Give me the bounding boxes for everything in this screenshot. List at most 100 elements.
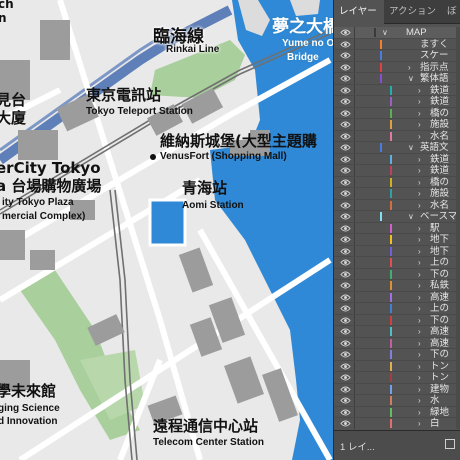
visibility-eye-icon[interactable] bbox=[340, 235, 351, 244]
chevron-right-icon[interactable]: › bbox=[418, 131, 426, 142]
layer-row[interactable]: › 施設 bbox=[334, 119, 460, 131]
layer-row[interactable]: › 上の bbox=[334, 257, 460, 269]
layer-row[interactable]: › 水 bbox=[334, 395, 460, 407]
layer-row[interactable]: › 鉄道 bbox=[334, 153, 460, 165]
chevron-right-icon[interactable]: › bbox=[418, 326, 426, 337]
visibility-eye-icon[interactable] bbox=[340, 362, 351, 371]
chevron-right-icon[interactable]: › bbox=[418, 108, 426, 119]
visibility-eye-icon[interactable] bbox=[340, 316, 351, 325]
layer-row[interactable]: › 水名 bbox=[334, 130, 460, 142]
layer-row[interactable]: › トン bbox=[334, 360, 460, 372]
layer-row[interactable]: › 下の bbox=[334, 314, 460, 326]
chevron-down-icon[interactable]: ∨ bbox=[408, 73, 416, 84]
chevron-right-icon[interactable]: › bbox=[418, 269, 426, 280]
layer-row[interactable]: › 鉄道 bbox=[334, 165, 460, 177]
chevron-right-icon[interactable]: › bbox=[418, 338, 426, 349]
layer-row[interactable]: › 指示点 bbox=[334, 61, 460, 73]
layer-row[interactable]: › 上の bbox=[334, 303, 460, 315]
layer-row[interactable]: › 高速 bbox=[334, 337, 460, 349]
chevron-right-icon[interactable]: › bbox=[418, 154, 426, 165]
visibility-eye-icon[interactable] bbox=[340, 189, 351, 198]
layer-row[interactable]: ∨ 繁体語 bbox=[334, 73, 460, 85]
chevron-right-icon[interactable]: › bbox=[418, 395, 426, 406]
layer-row[interactable]: スケー bbox=[334, 50, 460, 62]
visibility-eye-icon[interactable] bbox=[340, 178, 351, 187]
visibility-eye-icon[interactable] bbox=[340, 51, 351, 60]
layer-row[interactable]: › 地下 bbox=[334, 245, 460, 257]
visibility-eye-icon[interactable] bbox=[340, 281, 351, 290]
visibility-eye-icon[interactable] bbox=[340, 74, 351, 83]
chevron-right-icon[interactable]: › bbox=[418, 177, 426, 188]
chevron-right-icon[interactable]: › bbox=[418, 280, 426, 291]
visibility-eye-icon[interactable] bbox=[340, 258, 351, 267]
layer-row[interactable]: ますく bbox=[334, 38, 460, 50]
visibility-eye-icon[interactable] bbox=[340, 396, 351, 405]
chevron-right-icon[interactable]: › bbox=[418, 200, 426, 211]
visibility-eye-icon[interactable] bbox=[340, 143, 351, 152]
layer-row[interactable]: › 白 bbox=[334, 418, 460, 429]
visibility-eye-icon[interactable] bbox=[340, 166, 351, 175]
layers-scrollbar[interactable] bbox=[456, 27, 460, 429]
chevron-right-icon[interactable]: › bbox=[418, 407, 426, 418]
chevron-down-icon[interactable]: ∨ bbox=[382, 27, 390, 38]
chevron-right-icon[interactable]: › bbox=[418, 85, 426, 96]
visibility-eye-icon[interactable] bbox=[340, 201, 351, 210]
chevron-right-icon[interactable]: › bbox=[418, 119, 426, 130]
layer-row[interactable]: › 鉄道 bbox=[334, 96, 460, 108]
visibility-eye-icon[interactable] bbox=[340, 212, 351, 221]
layer-row[interactable]: › 高速 bbox=[334, 291, 460, 303]
visibility-eye-icon[interactable] bbox=[340, 385, 351, 394]
visibility-eye-icon[interactable] bbox=[340, 224, 351, 233]
visibility-eye-icon[interactable] bbox=[340, 155, 351, 164]
tab-more[interactable]: ぼ bbox=[442, 0, 460, 24]
visibility-eye-icon[interactable] bbox=[340, 293, 351, 302]
layer-row[interactable]: › 水名 bbox=[334, 199, 460, 211]
layer-row[interactable]: › トン bbox=[334, 372, 460, 384]
visibility-eye-icon[interactable] bbox=[340, 327, 351, 336]
visibility-eye-icon[interactable] bbox=[340, 97, 351, 106]
chevron-right-icon[interactable]: › bbox=[418, 361, 426, 372]
layer-row[interactable]: › 私鉄 bbox=[334, 280, 460, 292]
layer-row[interactable]: › 地下 bbox=[334, 234, 460, 246]
layer-row[interactable]: › 駅 bbox=[334, 222, 460, 234]
new-layer-icon[interactable] bbox=[445, 439, 455, 449]
visibility-eye-icon[interactable] bbox=[340, 304, 351, 313]
visibility-eye-icon[interactable] bbox=[340, 109, 351, 118]
chevron-right-icon[interactable]: › bbox=[418, 315, 426, 326]
chevron-right-icon[interactable]: › bbox=[418, 246, 426, 257]
visibility-eye-icon[interactable] bbox=[340, 408, 351, 417]
chevron-right-icon[interactable]: › bbox=[418, 234, 426, 245]
chevron-right-icon[interactable]: › bbox=[418, 223, 426, 234]
visibility-eye-icon[interactable] bbox=[340, 28, 351, 37]
layer-row[interactable]: ∨ MAP bbox=[334, 27, 460, 39]
visibility-eye-icon[interactable] bbox=[340, 373, 351, 382]
chevron-down-icon[interactable]: ∨ bbox=[408, 211, 416, 222]
chevron-right-icon[interactable]: › bbox=[418, 418, 426, 429]
layer-row[interactable]: › 緑地 bbox=[334, 406, 460, 418]
visibility-eye-icon[interactable] bbox=[340, 350, 351, 359]
tab-layers[interactable]: レイヤー bbox=[334, 0, 384, 24]
chevron-right-icon[interactable]: › bbox=[418, 372, 426, 383]
layer-row[interactable]: › 施設 bbox=[334, 188, 460, 200]
chevron-right-icon[interactable]: › bbox=[418, 303, 426, 314]
chevron-right-icon[interactable]: › bbox=[418, 257, 426, 268]
visibility-eye-icon[interactable] bbox=[340, 419, 351, 428]
visibility-eye-icon[interactable] bbox=[340, 247, 351, 256]
chevron-down-icon[interactable]: ∨ bbox=[408, 142, 416, 153]
visibility-eye-icon[interactable] bbox=[340, 120, 351, 129]
visibility-eye-icon[interactable] bbox=[340, 339, 351, 348]
visibility-eye-icon[interactable] bbox=[340, 63, 351, 72]
layer-row[interactable]: › 高速 bbox=[334, 326, 460, 338]
chevron-right-icon[interactable]: › bbox=[418, 96, 426, 107]
layer-row[interactable]: ∨ 英語文 bbox=[334, 142, 460, 154]
layer-row[interactable]: › 下の bbox=[334, 349, 460, 361]
chevron-right-icon[interactable]: › bbox=[408, 62, 416, 73]
tab-actions[interactable]: アクション bbox=[384, 0, 442, 24]
layer-row[interactable]: › 橋の bbox=[334, 107, 460, 119]
layer-row[interactable]: › 下の bbox=[334, 268, 460, 280]
visibility-eye-icon[interactable] bbox=[340, 270, 351, 279]
visibility-eye-icon[interactable] bbox=[340, 86, 351, 95]
visibility-eye-icon[interactable] bbox=[340, 40, 351, 49]
chevron-right-icon[interactable]: › bbox=[418, 384, 426, 395]
layer-row[interactable]: ∨ ベースマ bbox=[334, 211, 460, 223]
